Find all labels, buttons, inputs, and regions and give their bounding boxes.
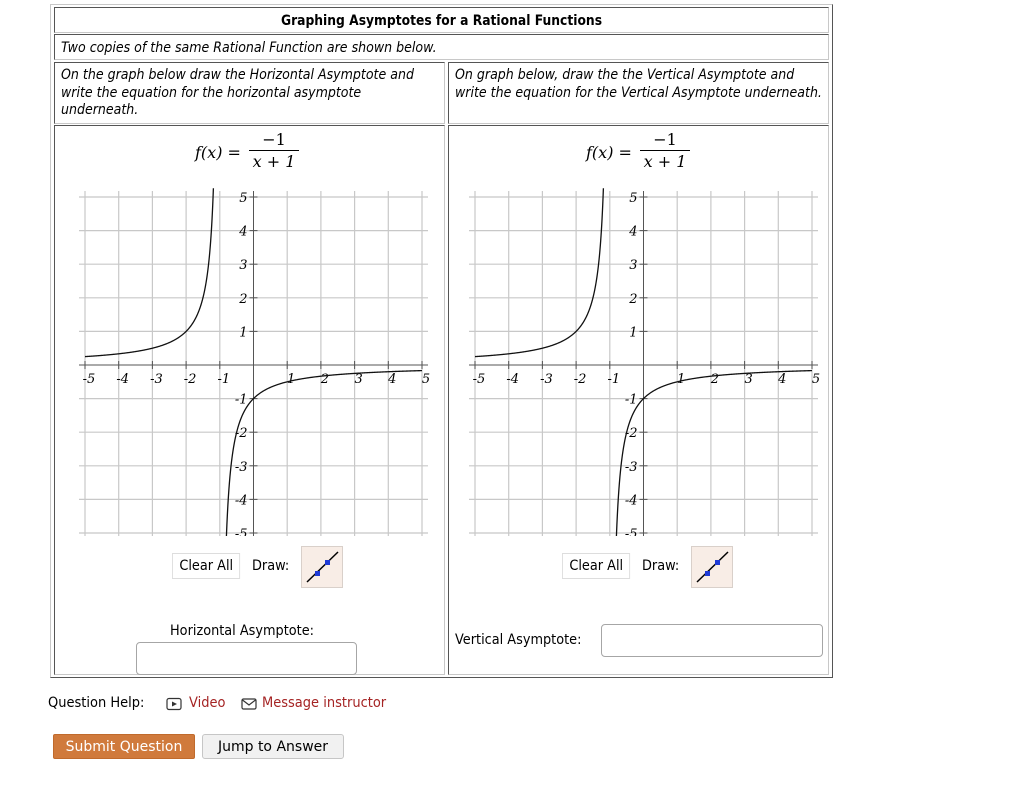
function-curve-right-branch bbox=[615, 369, 813, 536]
x-tick-label: -3 bbox=[150, 372, 163, 387]
message-instructor-link[interactable]: Message instructor bbox=[262, 695, 386, 711]
x-tick-label: -1 bbox=[607, 372, 620, 387]
right-instruction-cell: On graph below, draw the the Vertical As… bbox=[448, 62, 829, 124]
line-segment-icon bbox=[696, 551, 729, 583]
x-tick-label: -5 bbox=[473, 372, 486, 387]
clear-all-button[interactable]: Clear All bbox=[172, 553, 241, 579]
y-tick-label: 1 bbox=[239, 325, 247, 340]
y-tick-label: -3 bbox=[235, 460, 248, 475]
y-tick-label: -1 bbox=[235, 393, 248, 408]
question-help-label: Question Help: bbox=[48, 695, 145, 711]
graph-canvas-left[interactable]: -5 -4 -3 -2 -1 1 2 3 4 554321-1-2-3-4-5 bbox=[75, 186, 430, 536]
x-tick-label: -1 bbox=[217, 372, 230, 387]
y-tick-label: 5 bbox=[629, 191, 637, 206]
left-graph-cell: f(x) = −1 x + 1 -5 -4 -3 -2 -1 1 2 3 4 5 5 4 3 2 1 -1 -2… bbox=[54, 125, 445, 675]
envelope-icon[interactable] bbox=[241, 697, 257, 715]
right-instruction: On graph below, draw the the Vertical As… bbox=[455, 67, 822, 101]
left-instruction-cell: On the graph below draw the Horizontal A… bbox=[54, 62, 445, 124]
jump-to-answer-button[interactable]: Jump to Answer bbox=[202, 734, 344, 759]
draw-line-tool-button[interactable] bbox=[301, 546, 343, 588]
x-tick-label: 3 bbox=[354, 372, 362, 387]
y-tick-label: -4 bbox=[625, 493, 638, 508]
x-tick-label: -5 bbox=[83, 372, 96, 387]
y-tick-label: -5 bbox=[625, 527, 638, 536]
draw-line-tool-button[interactable] bbox=[691, 546, 733, 588]
title-cell: Graphing Asymptotes for a Rational Funct… bbox=[54, 7, 829, 33]
function-numerator: −1 bbox=[653, 130, 677, 149]
y-tick-label: 1 bbox=[629, 325, 637, 340]
question-title: Graphing Asymptotes for a Rational Funct… bbox=[280, 13, 603, 29]
y-tick-label: -1 bbox=[625, 393, 638, 408]
question-intro: Two copies of the same Rational Function… bbox=[61, 40, 437, 56]
right-graph-cell: f(x) = −1 x + 1 -5 -4 -3 -2 -1 1 2 3 4 5 5 4 3 2 1 -1 -2… bbox=[448, 125, 829, 675]
vertical-asymptote-input[interactable] bbox=[601, 624, 823, 657]
clear-all-button[interactable]: Clear All bbox=[562, 553, 631, 579]
function-curve-right-branch bbox=[225, 369, 423, 536]
y-tick-label: 2 bbox=[238, 292, 247, 307]
function-lhs: f(x) = bbox=[195, 143, 241, 162]
x-tick-label: 1 bbox=[677, 372, 685, 387]
submit-question-button[interactable]: Submit Question bbox=[53, 734, 195, 759]
y-tick-label: 4 bbox=[628, 225, 637, 240]
x-tick-label: -4 bbox=[116, 372, 129, 387]
x-tick-label: 4 bbox=[387, 372, 396, 387]
y-tick-label: -3 bbox=[625, 460, 638, 475]
question-table: Graphing Asymptotes for a Rational Funct… bbox=[50, 4, 833, 678]
function-denominator: x + 1 bbox=[252, 152, 296, 171]
horizontal-asymptote-label: Horizontal Asymptote: bbox=[170, 623, 314, 639]
y-tick-label: 3 bbox=[239, 258, 247, 273]
function-fraction: −1 x + 1 bbox=[247, 129, 301, 172]
x-tick-label: -2 bbox=[574, 372, 587, 387]
y-tick-label: 5 bbox=[239, 191, 247, 206]
draw-label: Draw: bbox=[252, 558, 290, 574]
line-segment-icon bbox=[306, 551, 339, 583]
function-numerator: −1 bbox=[262, 130, 286, 149]
x-tick-label: -3 bbox=[540, 372, 553, 387]
x-tick-label: 1 bbox=[287, 372, 295, 387]
intro-cell: Two copies of the same Rational Function… bbox=[54, 34, 829, 60]
x-tick-label: 2 bbox=[710, 372, 719, 387]
function-lhs: f(x) = bbox=[586, 143, 632, 162]
y-tick-label: -4 bbox=[235, 493, 248, 508]
y-tick-label: -5 bbox=[235, 527, 248, 536]
function-denominator: x + 1 bbox=[643, 152, 687, 171]
graph-canvas-right[interactable]: -5 -4 -3 -2 -1 1 2 3 4 554321-1-2-3-4-5 bbox=[465, 186, 820, 536]
y-tick-label: 4 bbox=[238, 225, 247, 240]
x-tick-label: -4 bbox=[506, 372, 519, 387]
x-tick-label: 2 bbox=[320, 372, 329, 387]
horizontal-asymptote-input[interactable] bbox=[136, 642, 357, 675]
video-link[interactable]: Video bbox=[189, 695, 225, 711]
draw-label: Draw: bbox=[642, 558, 680, 574]
function-fraction: −1 x + 1 bbox=[638, 129, 692, 172]
y-tick-label: 3 bbox=[629, 258, 637, 273]
y-tick-label: 2 bbox=[628, 292, 637, 307]
left-instruction: On the graph below draw the Horizontal A… bbox=[61, 67, 414, 118]
x-tick-label: 3 bbox=[744, 372, 752, 387]
video-play-icon[interactable] bbox=[166, 697, 182, 715]
x-tick-label: -2 bbox=[184, 372, 197, 387]
x-tick-label: 5 bbox=[422, 372, 430, 387]
x-tick-label: 4 bbox=[777, 372, 786, 387]
vertical-asymptote-label: Vertical Asymptote: bbox=[455, 632, 582, 648]
x-tick-label: 5 bbox=[812, 372, 820, 387]
